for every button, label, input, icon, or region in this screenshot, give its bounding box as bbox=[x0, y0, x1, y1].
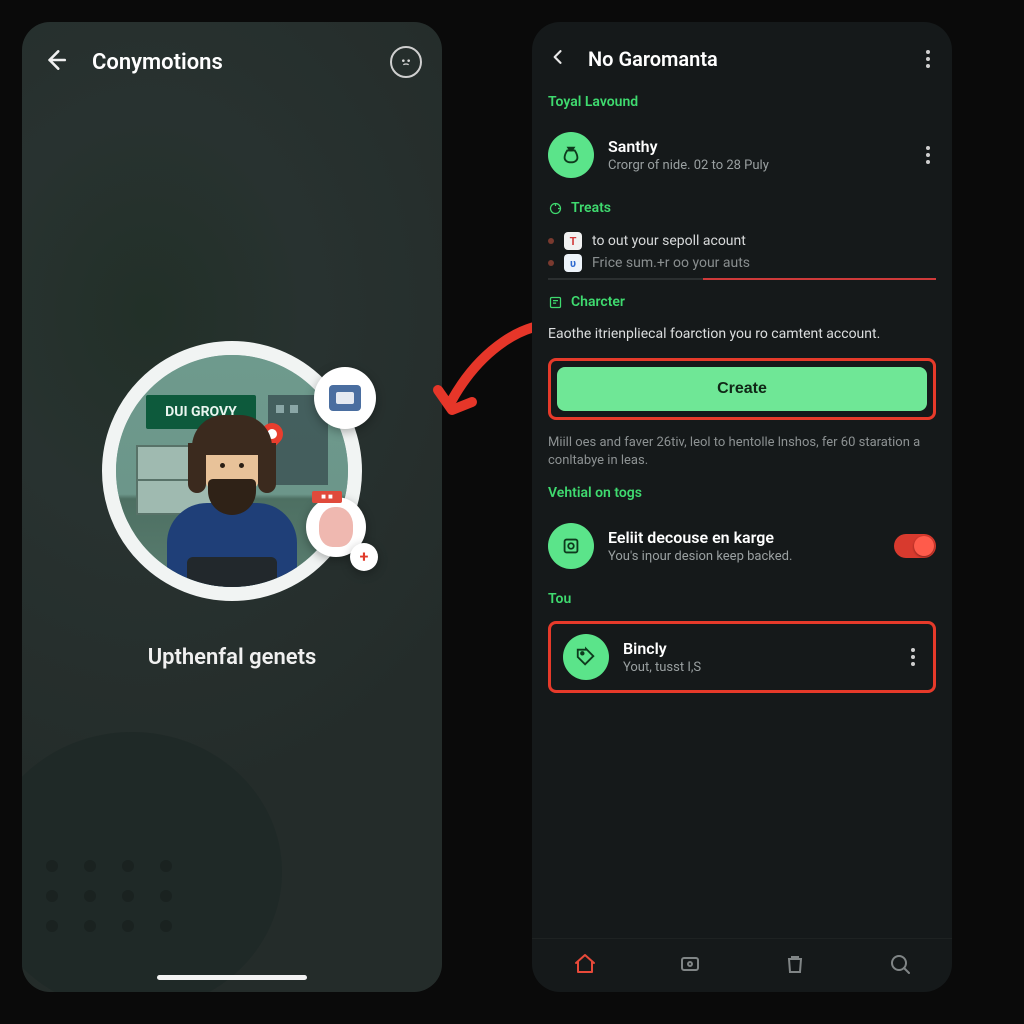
nav-search-icon[interactable] bbox=[888, 952, 912, 980]
nav-card-icon[interactable] bbox=[678, 952, 702, 980]
nav-home-icon[interactable] bbox=[573, 952, 597, 980]
more-menu-icon[interactable] bbox=[920, 44, 936, 74]
santhy-subtitle: Crorgr of nide. 02 to 28 Puly bbox=[608, 158, 906, 173]
camera-square-icon bbox=[548, 523, 594, 569]
create-highlight-box: Create bbox=[548, 358, 936, 420]
back-chevron-icon[interactable] bbox=[548, 47, 568, 71]
item-more-icon[interactable] bbox=[920, 140, 936, 170]
letter-u-icon: υ bbox=[564, 254, 582, 272]
item-more-icon[interactable] bbox=[905, 642, 921, 672]
charcter-hint: Miill oes and faver 26tiv, leol to hento… bbox=[548, 434, 936, 470]
illustration-caption: Upthenfal genets bbox=[148, 645, 317, 670]
vehtial-title: Eeliit decouse en karge bbox=[608, 528, 880, 547]
bincly-highlight-box: Bincly Yout, tusst I,S bbox=[548, 621, 936, 693]
left-header: Conymotions bbox=[22, 22, 442, 88]
illustration: DUI GROVY ■ ■ bbox=[92, 331, 372, 611]
right-phone-screen: No Garomanta Toyal Lavound Santhy Crorgr… bbox=[532, 22, 952, 992]
tag-icon bbox=[563, 634, 609, 680]
section-vehtial-label: Vehtial on togs bbox=[548, 485, 936, 501]
money-bag-icon bbox=[548, 132, 594, 178]
progress-divider bbox=[548, 278, 936, 280]
background-dots bbox=[46, 860, 174, 932]
face-icon[interactable] bbox=[390, 46, 422, 78]
bincly-subtitle: Yout, tusst I,S bbox=[623, 660, 891, 675]
home-indicator[interactable] bbox=[157, 975, 307, 980]
treats-row-1[interactable]: T to out your sepoll acount bbox=[548, 230, 936, 252]
left-phone-screen: Conymotions DUI GROVY bbox=[22, 22, 442, 992]
bincly-title: Bincly bbox=[623, 639, 891, 658]
section-treats-label: Treats bbox=[548, 200, 936, 216]
section-toyal-label: Toyal Lavound bbox=[548, 94, 936, 110]
letter-t-icon: T bbox=[564, 232, 582, 250]
bincly-item[interactable]: Bincly Yout, tusst I,S bbox=[563, 634, 921, 680]
nav-trash-icon[interactable] bbox=[783, 952, 807, 980]
illustration-monitor-icon bbox=[314, 367, 376, 429]
santhy-item[interactable]: Santhy Crorgr of nide. 02 to 28 Puly bbox=[548, 124, 936, 186]
page-title: Conymotions bbox=[92, 50, 366, 75]
section-tou-label: Tou bbox=[548, 591, 936, 607]
vehtial-item[interactable]: Eeliit decouse en karge You's iηour desi… bbox=[548, 515, 936, 577]
treats-row-2[interactable]: υ Frice sum.+r oo your auts bbox=[548, 252, 936, 274]
page-title: No Garomanta bbox=[588, 47, 900, 71]
create-button[interactable]: Create bbox=[557, 367, 927, 411]
santhy-title: Santhy bbox=[608, 137, 906, 156]
vehtial-toggle[interactable] bbox=[894, 534, 936, 558]
section-charcter-label: Charcter bbox=[548, 294, 936, 310]
charcter-description: Eaothe itrienpliecal foarction you ro ca… bbox=[548, 324, 936, 344]
vehtial-subtitle: You's iηour desion keep backed. bbox=[608, 549, 880, 564]
illustration-plus-icon: + bbox=[350, 543, 378, 571]
back-arrow-icon[interactable] bbox=[42, 47, 68, 77]
bottom-nav bbox=[532, 938, 952, 992]
right-header: No Garomanta bbox=[532, 22, 952, 86]
